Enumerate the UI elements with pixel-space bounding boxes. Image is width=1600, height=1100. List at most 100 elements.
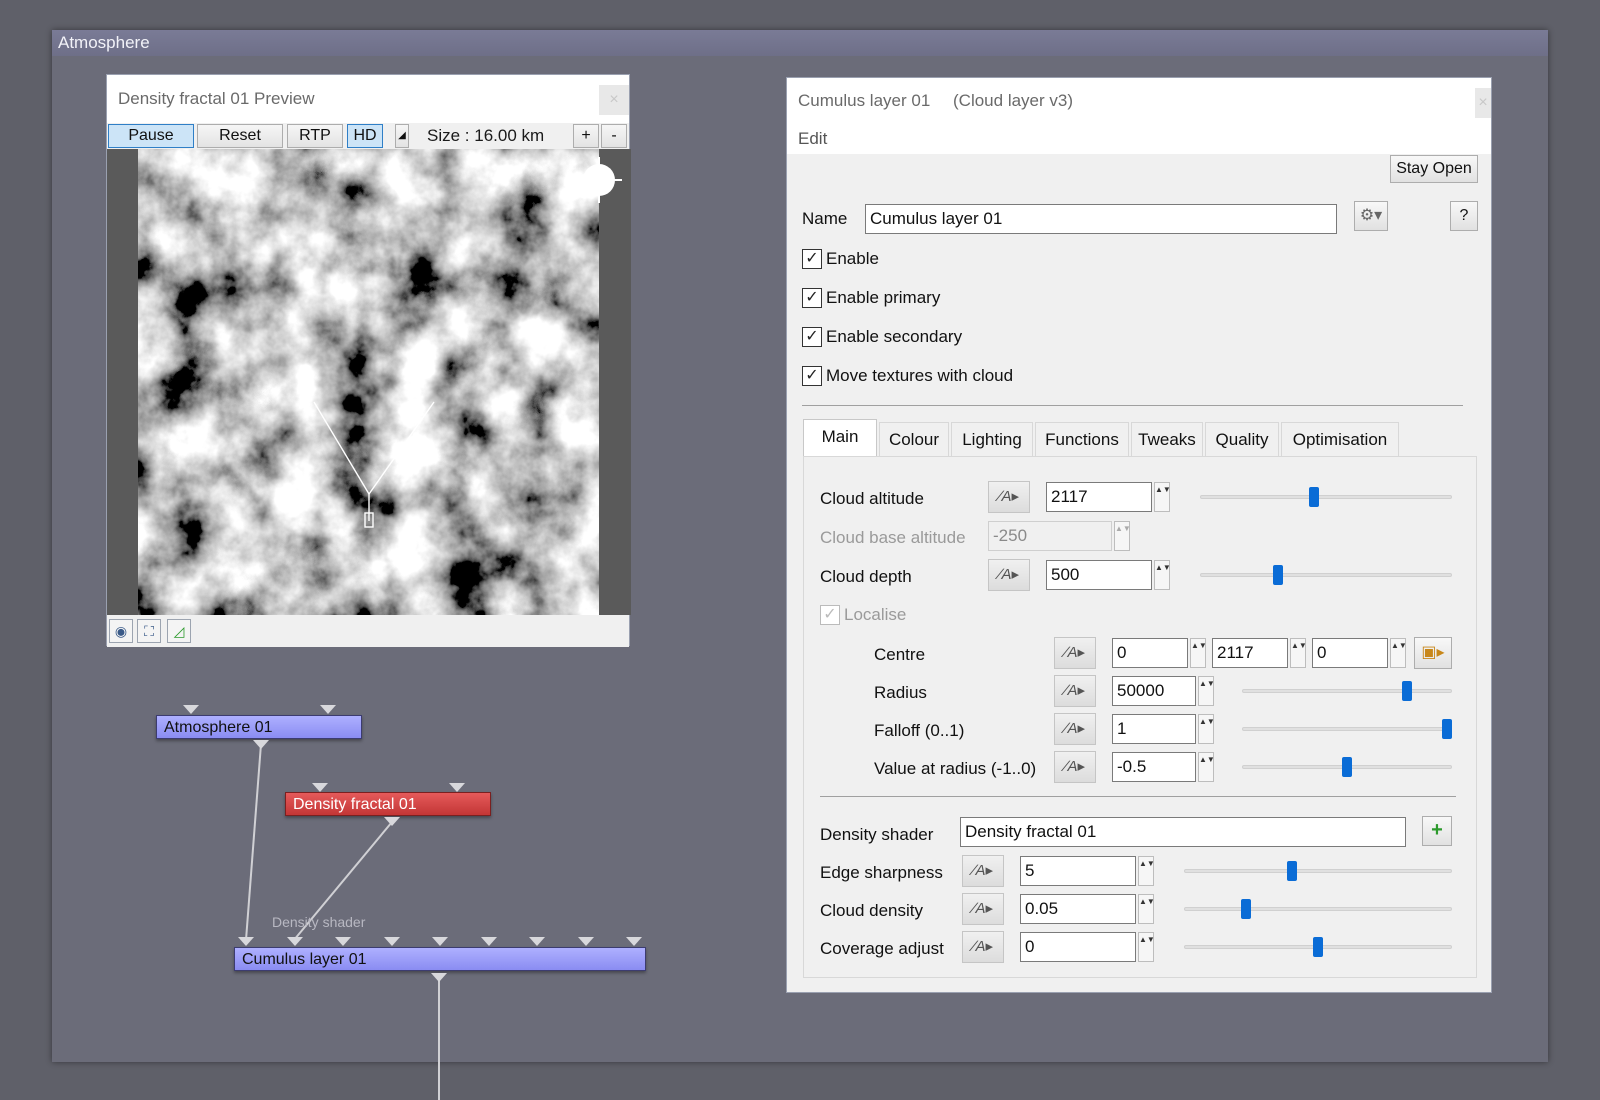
cloud-layer-properties-window: Cumulus layer 01 (Cloud layer v3) × Edit…: [786, 77, 1492, 993]
value-at-radius-spinner[interactable]: ▲▼: [1198, 752, 1215, 782]
cloud-depth-spinner[interactable]: ▲▼: [1154, 560, 1171, 590]
cloud-depth-slider-thumb[interactable]: [1272, 565, 1283, 585]
cloud-base-altitude-field: -250: [988, 521, 1112, 551]
cloud-depth-slider-track[interactable]: [1200, 573, 1452, 577]
enable-secondary-checkbox[interactable]: ✓: [802, 327, 822, 347]
output-port-icon[interactable]: [384, 817, 400, 826]
localise-label: Localise: [844, 605, 907, 624]
falloff-label: Falloff (0..1): [874, 721, 965, 740]
falloff-field[interactable]: 1: [1112, 714, 1196, 744]
move-textures-label: Move textures with cloud: [826, 366, 1014, 385]
radius-spinner[interactable]: ▲▼: [1198, 676, 1215, 706]
input-port-icon[interactable]: [335, 937, 351, 946]
node-density-fractal-01[interactable]: Density fractal 01: [285, 792, 491, 816]
function-icon[interactable]: ∕A▸: [988, 559, 1030, 591]
props-titlebar[interactable]: Cumulus layer 01 (Cloud layer v3): [787, 78, 1491, 124]
input-port-icon[interactable]: [480, 937, 497, 946]
enable-primary-checkbox[interactable]: ✓: [802, 288, 822, 308]
coverage-adjust-spinner[interactable]: ▲▼: [1138, 932, 1155, 962]
cloud-altitude-slider-thumb[interactable]: [1308, 487, 1319, 507]
function-icon[interactable]: ∕A▸: [1054, 675, 1096, 707]
input-port-icon[interactable]: [626, 937, 642, 946]
move-textures-checkbox[interactable]: ✓: [802, 366, 822, 386]
centre-label: Centre: [874, 645, 926, 664]
help-button[interactable]: ?: [1450, 201, 1478, 231]
input-port-icon[interactable]: [312, 783, 328, 792]
cloud-base-altitude-spinner: ▲▼: [1114, 521, 1131, 551]
centre-y-field[interactable]: 2117: [1212, 638, 1288, 668]
props-menubar: Edit: [787, 124, 1491, 154]
falloff-slider-track[interactable]: [1242, 727, 1452, 731]
centre-y-spinner[interactable]: ▲▼: [1290, 638, 1307, 668]
tab-optimisation[interactable]: Optimisation: [1281, 422, 1399, 456]
value-at-radius-slider-thumb[interactable]: [1342, 757, 1352, 777]
coverage-adjust-slider-thumb[interactable]: [1313, 937, 1323, 957]
cloud-altitude-spinner[interactable]: ▲▼: [1154, 482, 1171, 512]
cloud-altitude-slider-track[interactable]: [1200, 495, 1452, 499]
input-port-icon[interactable]: [432, 937, 448, 946]
tab-colour[interactable]: Colour: [879, 422, 949, 456]
function-icon[interactable]: ∕A▸: [962, 893, 1004, 925]
cloud-density-spinner[interactable]: ▲▼: [1138, 894, 1155, 924]
centre-z-spinner[interactable]: ▲▼: [1390, 638, 1407, 668]
input-port-icon[interactable]: [577, 937, 594, 946]
tab-lighting[interactable]: Lighting: [951, 422, 1033, 456]
tab-bar: Main Colour Lighting Functions Tweaks Qu…: [803, 419, 1479, 458]
radius-field[interactable]: 50000: [1112, 676, 1196, 706]
node-atmosphere-01[interactable]: Atmosphere 01: [156, 715, 362, 739]
output-port-icon[interactable]: [431, 973, 447, 982]
edge-sharpness-slider-thumb[interactable]: [1287, 861, 1298, 881]
edge-sharpness-slider-track[interactable]: [1184, 869, 1452, 873]
cloud-density-field[interactable]: 0.05: [1020, 894, 1136, 924]
input-port-icon[interactable]: [449, 783, 465, 792]
node-cumulus-layer-01[interactable]: Cumulus layer 01: [234, 947, 646, 971]
input-port-icon[interactable]: [383, 937, 400, 946]
menu-edit[interactable]: Edit: [798, 129, 827, 148]
function-icon[interactable]: ∕A▸: [1054, 751, 1096, 783]
stay-open-button[interactable]: Stay Open: [1390, 155, 1478, 183]
falloff-slider-thumb[interactable]: [1442, 719, 1452, 739]
enable-label: Enable: [826, 249, 879, 268]
centre-x-field[interactable]: 0: [1112, 638, 1188, 668]
cloud-altitude-label: Cloud altitude: [820, 489, 924, 508]
name-field[interactable]: Cumulus layer 01: [865, 204, 1337, 234]
gear-icon[interactable]: ⚙▾: [1354, 201, 1388, 231]
paste-icon[interactable]: ▣▸: [1414, 637, 1452, 669]
cloud-depth-field[interactable]: 500: [1046, 560, 1152, 590]
add-shader-icon[interactable]: +: [1422, 816, 1452, 846]
falloff-spinner[interactable]: ▲▼: [1198, 714, 1215, 744]
function-icon[interactable]: ∕A▸: [1054, 713, 1096, 745]
cloud-altitude-field[interactable]: 2117: [1046, 482, 1152, 512]
radius-slider-track[interactable]: [1242, 689, 1452, 693]
function-icon[interactable]: ∕A▸: [1054, 637, 1096, 669]
input-port-icon[interactable]: [320, 705, 336, 714]
input-port-icon[interactable]: [286, 937, 303, 946]
density-shader-field[interactable]: Density fractal 01: [960, 817, 1406, 847]
output-port-icon[interactable]: [253, 740, 269, 749]
coverage-adjust-field[interactable]: 0: [1020, 932, 1136, 962]
input-port-icon[interactable]: [183, 705, 199, 714]
tab-quality[interactable]: Quality: [1205, 422, 1279, 456]
centre-z-field[interactable]: 0: [1312, 638, 1388, 668]
tab-main[interactable]: Main: [803, 419, 877, 456]
tab-tweaks[interactable]: Tweaks: [1131, 422, 1203, 456]
radius-label: Radius: [874, 683, 927, 702]
value-at-radius-field[interactable]: -0.5: [1112, 752, 1196, 782]
enable-primary-label: Enable primary: [826, 288, 941, 307]
tab-functions[interactable]: Functions: [1035, 422, 1129, 456]
edge-sharpness-field[interactable]: 5: [1020, 856, 1136, 886]
input-port-icon[interactable]: [238, 937, 254, 946]
cloud-density-slider-thumb[interactable]: [1240, 899, 1251, 919]
function-icon[interactable]: ∕A▸: [962, 855, 1004, 887]
edge-sharpness-spinner[interactable]: ▲▼: [1138, 856, 1155, 886]
function-icon[interactable]: ∕A▸: [988, 481, 1030, 513]
props-close-button[interactable]: ×: [1475, 88, 1491, 118]
divider: [820, 796, 1456, 797]
enable-checkbox[interactable]: ✓: [802, 249, 822, 269]
centre-x-spinner[interactable]: ▲▼: [1190, 638, 1207, 668]
cloud-density-slider-track[interactable]: [1184, 907, 1452, 911]
radius-slider-thumb[interactable]: [1402, 681, 1412, 701]
input-port-icon[interactable]: [529, 937, 545, 946]
function-icon[interactable]: ∕A▸: [962, 931, 1004, 963]
cloud-base-altitude-label: Cloud base altitude: [820, 528, 966, 547]
